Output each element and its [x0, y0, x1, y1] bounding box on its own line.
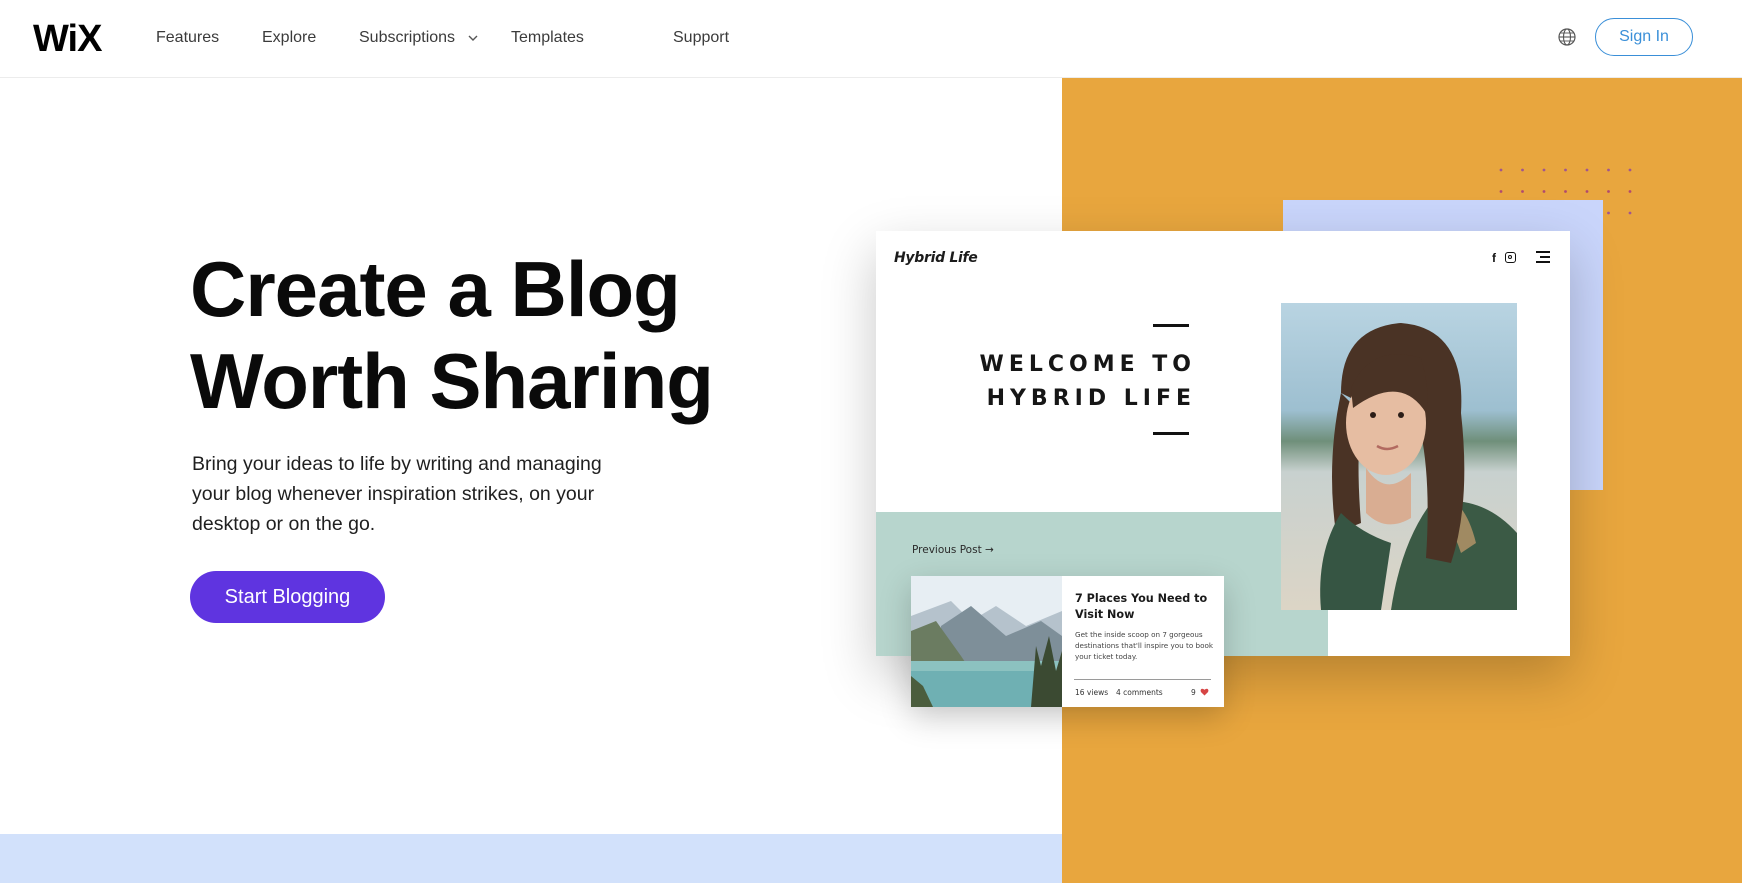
- start-blogging-button[interactable]: Start Blogging: [190, 571, 385, 623]
- mockup-site-logo: Hybrid Life: [894, 250, 978, 266]
- previous-post-link: Previous Post →: [912, 544, 994, 556]
- welcome-line-2: HYBRID LIFE: [986, 386, 1196, 411]
- portrait-photo: [1281, 303, 1517, 610]
- bottom-blue-band: [0, 834, 1062, 883]
- post-description: Get the inside scoop on 7 gorgeous desti…: [1075, 630, 1214, 661]
- blog-post-card: 7 Places You Need to Visit Now Get the i…: [911, 576, 1224, 707]
- nav-support[interactable]: Support: [673, 29, 729, 47]
- welcome-line-1: WELCOME TO: [979, 352, 1196, 377]
- welcome-bottom-bar: [1153, 432, 1189, 435]
- globe-icon[interactable]: [1557, 27, 1577, 47]
- wix-logo[interactable]: WiX: [33, 18, 102, 61]
- nav-templates[interactable]: Templates: [511, 29, 584, 47]
- post-views: 16 views: [1075, 688, 1109, 697]
- post-comments: 4 comments: [1116, 688, 1163, 697]
- welcome-heading: WELCOME TO HYBRID LIFE: [916, 348, 1196, 416]
- hero-title-line-2: Worth Sharing: [190, 337, 714, 425]
- sign-in-button[interactable]: Sign In: [1595, 18, 1693, 56]
- heart-icon: [1200, 688, 1209, 696]
- post-divider: [1074, 679, 1211, 680]
- nav-explore[interactable]: Explore: [262, 29, 316, 47]
- lake-landscape-image: [911, 576, 1062, 707]
- hero-title-line-1: Create a Blog: [190, 245, 681, 333]
- facebook-icon: f: [1492, 251, 1496, 265]
- welcome-top-bar: [1153, 324, 1189, 327]
- instagram-icon: [1505, 252, 1516, 263]
- menu-icon: [1536, 251, 1550, 263]
- top-navigation-bar: WiX Features Explore Subscriptions Templ…: [0, 0, 1742, 78]
- hero-title: Create a Blog Worth Sharing: [190, 243, 810, 427]
- post-likes-count: 9: [1191, 688, 1196, 697]
- nav-features[interactable]: Features: [156, 29, 219, 47]
- chevron-down-icon[interactable]: [466, 31, 480, 45]
- hero-subtitle: Bring your ideas to life by writing and …: [192, 453, 602, 535]
- post-title: 7 Places You Need to Visit Now: [1075, 592, 1208, 621]
- nav-subscriptions[interactable]: Subscriptions: [359, 29, 455, 47]
